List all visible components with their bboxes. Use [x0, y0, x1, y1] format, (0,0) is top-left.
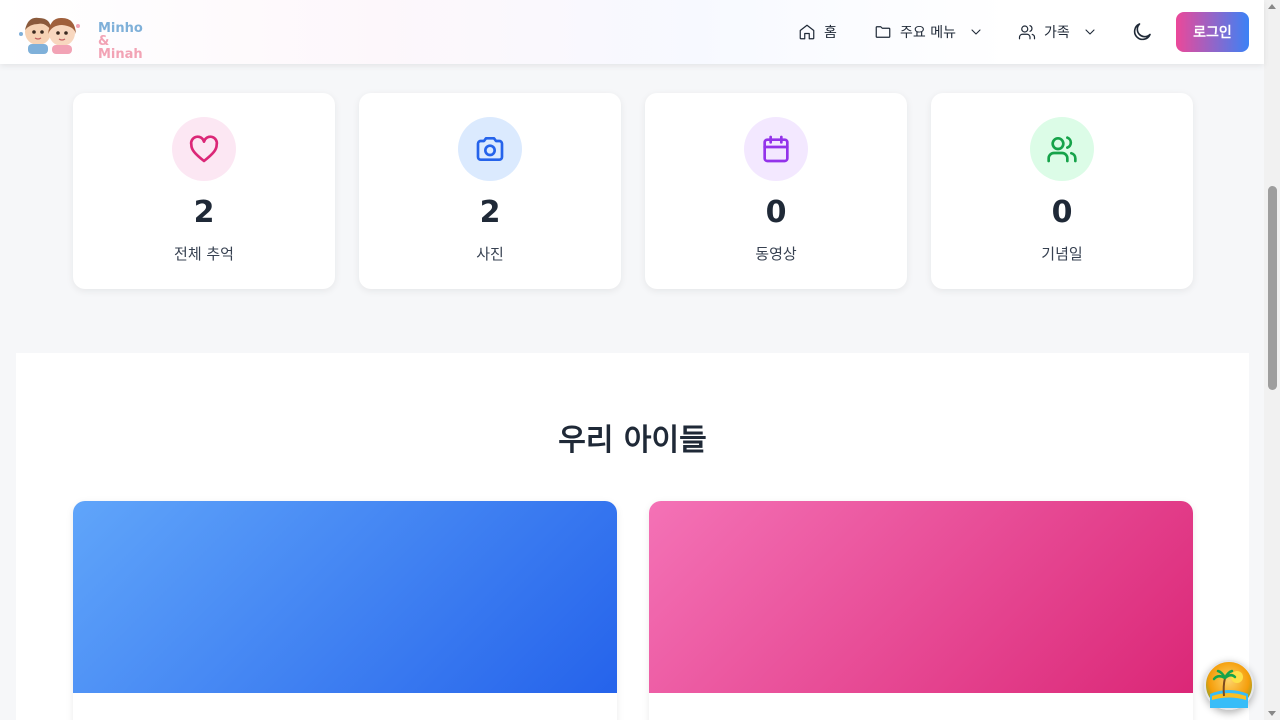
stat-card-anniversaries[interactable]: 0 기념일 [931, 93, 1193, 289]
users-icon-badge [1030, 117, 1094, 181]
nav-home-label: 홈 [824, 25, 837, 41]
heart-icon [189, 135, 219, 163]
nav-family-label: 가족 [1044, 25, 1070, 41]
stat-value: 0 [765, 195, 787, 230]
beach-icon [1210, 669, 1248, 708]
logo-text: Minho & Minah [98, 22, 158, 61]
camera-icon [476, 137, 504, 161]
login-button[interactable]: 로그인 [1176, 12, 1249, 52]
site-logo[interactable]: Minho & Minah [18, 12, 158, 61]
kid-card[interactable] [73, 501, 617, 720]
folder-icon [875, 26, 891, 38]
chevron-down-icon [971, 29, 981, 35]
logo-line2: Minah [98, 47, 143, 62]
stat-card-memories[interactable]: 2 전체 추억 [73, 93, 335, 289]
top-header: Minho & Minah 홈 주요 메뉴 가족 로그인 [0, 0, 1264, 64]
kids-section: 우리 아이들 [16, 353, 1249, 720]
chevron-down-icon [1085, 29, 1095, 35]
calendar-icon-badge [744, 117, 808, 181]
stat-card-photos[interactable]: 2 사진 [359, 93, 621, 289]
section-title: 우리 아이들 [558, 423, 707, 458]
page-scrollbar[interactable] [1264, 0, 1280, 720]
stat-card-videos[interactable]: 0 동영상 [645, 93, 907, 289]
moon-icon [1133, 23, 1151, 41]
kid-card-cover [73, 501, 617, 693]
stat-value: 0 [1051, 195, 1073, 230]
nav-main-menu[interactable]: 주요 메뉴 [874, 0, 984, 64]
users-icon [1047, 136, 1077, 163]
home-icon [799, 24, 815, 40]
scroll-up-arrow-icon[interactable] [1268, 4, 1276, 9]
heart-icon-badge [172, 117, 236, 181]
kids-logo-icon [19, 17, 80, 54]
kid-card[interactable] [649, 501, 1193, 720]
nav-main-menu-label: 주요 메뉴 [900, 25, 956, 41]
stat-value: 2 [193, 195, 215, 230]
nav-family[interactable]: 가족 [1018, 0, 1098, 64]
users-icon [1018, 25, 1036, 40]
stat-label: 기념일 [1041, 245, 1083, 263]
scroll-thumb[interactable] [1268, 186, 1277, 390]
calendar-icon [763, 135, 789, 163]
stat-label: 전체 추억 [174, 245, 234, 263]
stat-label: 사진 [476, 245, 504, 263]
floating-action-button[interactable] [1204, 660, 1254, 710]
scroll-down-arrow-icon[interactable] [1268, 711, 1276, 716]
camera-icon-badge [458, 117, 522, 181]
nav-home[interactable]: 홈 [798, 0, 837, 64]
theme-toggle-button[interactable] [1130, 20, 1154, 44]
kid-card-cover [649, 501, 1193, 693]
stat-label: 동영상 [755, 245, 797, 263]
stat-value: 2 [479, 195, 501, 230]
